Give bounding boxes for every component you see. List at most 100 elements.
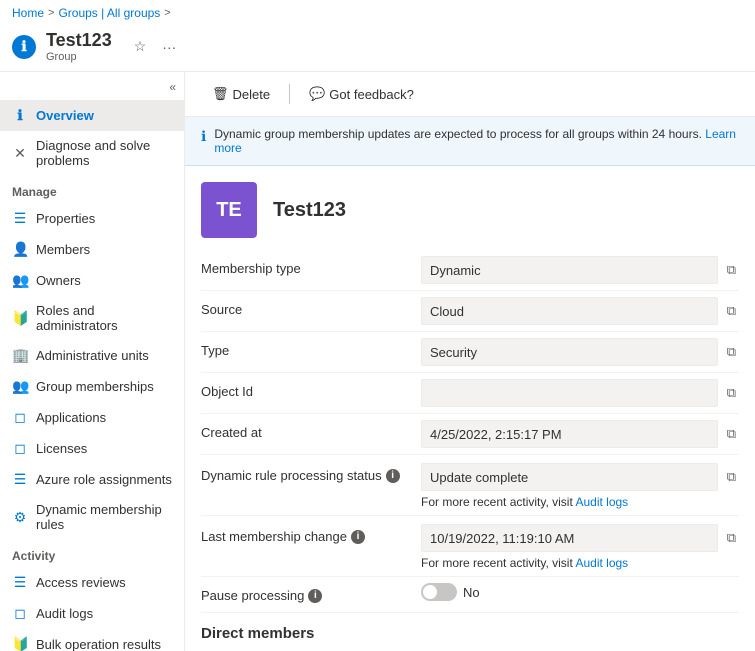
info-banner: ℹ Dynamic group membership updates are e…	[185, 117, 755, 166]
more-button[interactable]: ···	[158, 36, 180, 57]
sidebar-item-label: Applications	[36, 410, 106, 425]
copy-object-id[interactable]: ⧉	[724, 382, 739, 404]
breadcrumb-home[interactable]: Home	[12, 6, 44, 20]
copy-dynamic-rule[interactable]: ⧉	[724, 466, 739, 488]
sidebar-item-label: Administrative units	[36, 348, 149, 363]
sidebar-item-group-memberships[interactable]: 👥 Group memberships	[0, 371, 184, 402]
toggle-track[interactable]	[421, 583, 457, 601]
breadcrumb-groups[interactable]: Groups | All groups	[58, 6, 160, 20]
delete-icon: 🗑	[212, 86, 229, 102]
prop-label-dynamic-rule-status: Dynamic rule processing status i	[201, 463, 421, 483]
sidebar-item-access-reviews[interactable]: ☰ Access reviews	[0, 567, 184, 598]
property-row-type: Type Security ⧉	[201, 332, 739, 373]
prop-value-type: Security ⧉	[421, 338, 739, 366]
sidebar-item-licenses[interactable]: ◻ Licenses	[0, 433, 184, 464]
dynamic-rule-status-value: Update complete	[421, 463, 718, 491]
sidebar-item-azure-roles[interactable]: ☰ Azure role assignments	[0, 464, 184, 495]
property-row-membership-type: Membership type Dynamic ⧉	[201, 250, 739, 291]
last-membership-note: For more recent activity, visit Audit lo…	[421, 556, 739, 570]
sidebar-section-manage: Manage	[0, 175, 184, 203]
diagnose-icon: ✕	[12, 145, 28, 162]
property-row-dynamic-rule-status: Dynamic rule processing status i Update …	[201, 455, 739, 516]
feedback-icon: 💬	[309, 86, 325, 102]
feedback-button[interactable]: 💬 Got feedback?	[298, 80, 425, 108]
breadcrumb: Home > Groups | All groups >	[0, 0, 755, 26]
prop-value-dynamic-rule: Update complete ⧉	[421, 463, 739, 491]
sidebar-item-applications[interactable]: ◻ Applications	[0, 402, 184, 433]
access-reviews-icon: ☰	[12, 574, 28, 591]
pause-processing-toggle[interactable]: No	[421, 583, 480, 601]
toolbar-separator	[289, 84, 290, 104]
dynamic-rule-info-icon[interactable]: i	[386, 469, 400, 483]
page-subtitle: Group	[46, 51, 112, 63]
sidebar-item-roles[interactable]: 🔰 Roles and administrators	[0, 296, 184, 340]
feedback-label: Got feedback?	[329, 87, 414, 102]
pin-button[interactable]: ☆	[130, 36, 151, 57]
sidebar-item-overview[interactable]: ℹ Overview	[0, 100, 184, 131]
toolbar: 🗑 Delete 💬 Got feedback?	[185, 72, 755, 117]
bulk-ops-icon: 🔰	[12, 636, 28, 651]
banner-icon: ℹ	[201, 128, 206, 145]
property-row-pause-processing: Pause processing i No	[201, 577, 739, 613]
prop-label-type: Type	[201, 338, 421, 358]
breadcrumb-sep1: >	[48, 7, 54, 19]
copy-source[interactable]: ⧉	[724, 300, 739, 322]
owners-icon: 👥	[12, 272, 28, 289]
audit-logs-icon: ◻	[12, 605, 28, 622]
header-title-block: Test123 Group	[46, 30, 112, 63]
admin-units-icon: 🏢	[12, 347, 28, 364]
copy-last-membership[interactable]: ⧉	[724, 527, 739, 549]
sidebar-item-admin-units[interactable]: 🏢 Administrative units	[0, 340, 184, 371]
group-memberships-icon: 👥	[12, 378, 28, 395]
sidebar-item-diagnose[interactable]: ✕ Diagnose and solve problems	[0, 131, 184, 175]
header-info-icon: ℹ	[12, 35, 36, 59]
prop-col-last-membership: 10/19/2022, 11:19:10 AM ⧉ For more recen…	[421, 524, 739, 570]
sidebar-item-audit-logs[interactable]: ◻ Audit logs	[0, 598, 184, 629]
direct-members-section: Direct members 🌐 687 Total 👤 687 User(s)…	[185, 613, 755, 651]
sidebar-collapse-button[interactable]: «	[169, 80, 176, 94]
members-icon: 👤	[12, 241, 28, 258]
prop-value-object-id: ⧉	[421, 379, 739, 407]
properties-grid: Membership type Dynamic ⧉ Source Cloud ⧉	[185, 250, 755, 613]
dynamic-rule-note: For more recent activity, visit Audit lo…	[421, 495, 739, 509]
sidebar-item-dynamic-rules[interactable]: ⚙ Dynamic membership rules	[0, 495, 184, 539]
prop-label-last-membership-change: Last membership change i	[201, 524, 421, 544]
delete-button[interactable]: 🗑 Delete	[201, 80, 281, 108]
sidebar-item-members[interactable]: 👤 Members	[0, 234, 184, 265]
prop-label-pause-processing: Pause processing i	[201, 583, 421, 603]
page-title: Test123	[46, 30, 112, 51]
source-value: Cloud	[421, 297, 718, 325]
group-name: Test123	[273, 199, 346, 222]
sidebar-item-label: Azure role assignments	[36, 472, 172, 487]
banner-text: Dynamic group membership updates are exp…	[214, 127, 739, 155]
sidebar-item-label: Overview	[36, 108, 94, 123]
sidebar-item-label: Bulk operation results	[36, 637, 161, 651]
dynamic-rule-audit-link[interactable]: Audit logs	[575, 495, 628, 509]
last-membership-info-icon[interactable]: i	[351, 530, 365, 544]
direct-members-title: Direct members	[201, 625, 739, 642]
roles-icon: 🔰	[12, 310, 28, 327]
sidebar-collapse: «	[0, 78, 184, 100]
sidebar-item-label: Owners	[36, 273, 81, 288]
applications-icon: ◻	[12, 409, 28, 426]
last-membership-audit-link[interactable]: Audit logs	[575, 556, 628, 570]
toggle-thumb	[423, 585, 437, 599]
copy-created-at[interactable]: ⧉	[724, 423, 739, 445]
sidebar-item-label: Group memberships	[36, 379, 154, 394]
object-id-value	[421, 379, 718, 407]
sidebar-item-label: Properties	[36, 211, 95, 226]
sidebar-item-label: Roles and administrators	[36, 303, 172, 333]
sidebar-item-properties[interactable]: ☰ Properties	[0, 203, 184, 234]
property-row-created-at: Created at 4/25/2022, 2:15:17 PM ⧉	[201, 414, 739, 455]
sidebar-item-bulk-ops[interactable]: 🔰 Bulk operation results	[0, 629, 184, 651]
properties-icon: ☰	[12, 210, 28, 227]
sidebar-item-label: Diagnose and solve problems	[36, 138, 172, 168]
pause-processing-info-icon[interactable]: i	[308, 589, 322, 603]
sidebar-item-label: Access reviews	[36, 575, 126, 590]
copy-type[interactable]: ⧉	[724, 341, 739, 363]
group-avatar: TE	[201, 182, 257, 238]
copy-membership-type[interactable]: ⧉	[724, 259, 739, 281]
prop-label-source: Source	[201, 297, 421, 317]
delete-label: Delete	[233, 87, 271, 102]
sidebar-item-owners[interactable]: 👥 Owners	[0, 265, 184, 296]
